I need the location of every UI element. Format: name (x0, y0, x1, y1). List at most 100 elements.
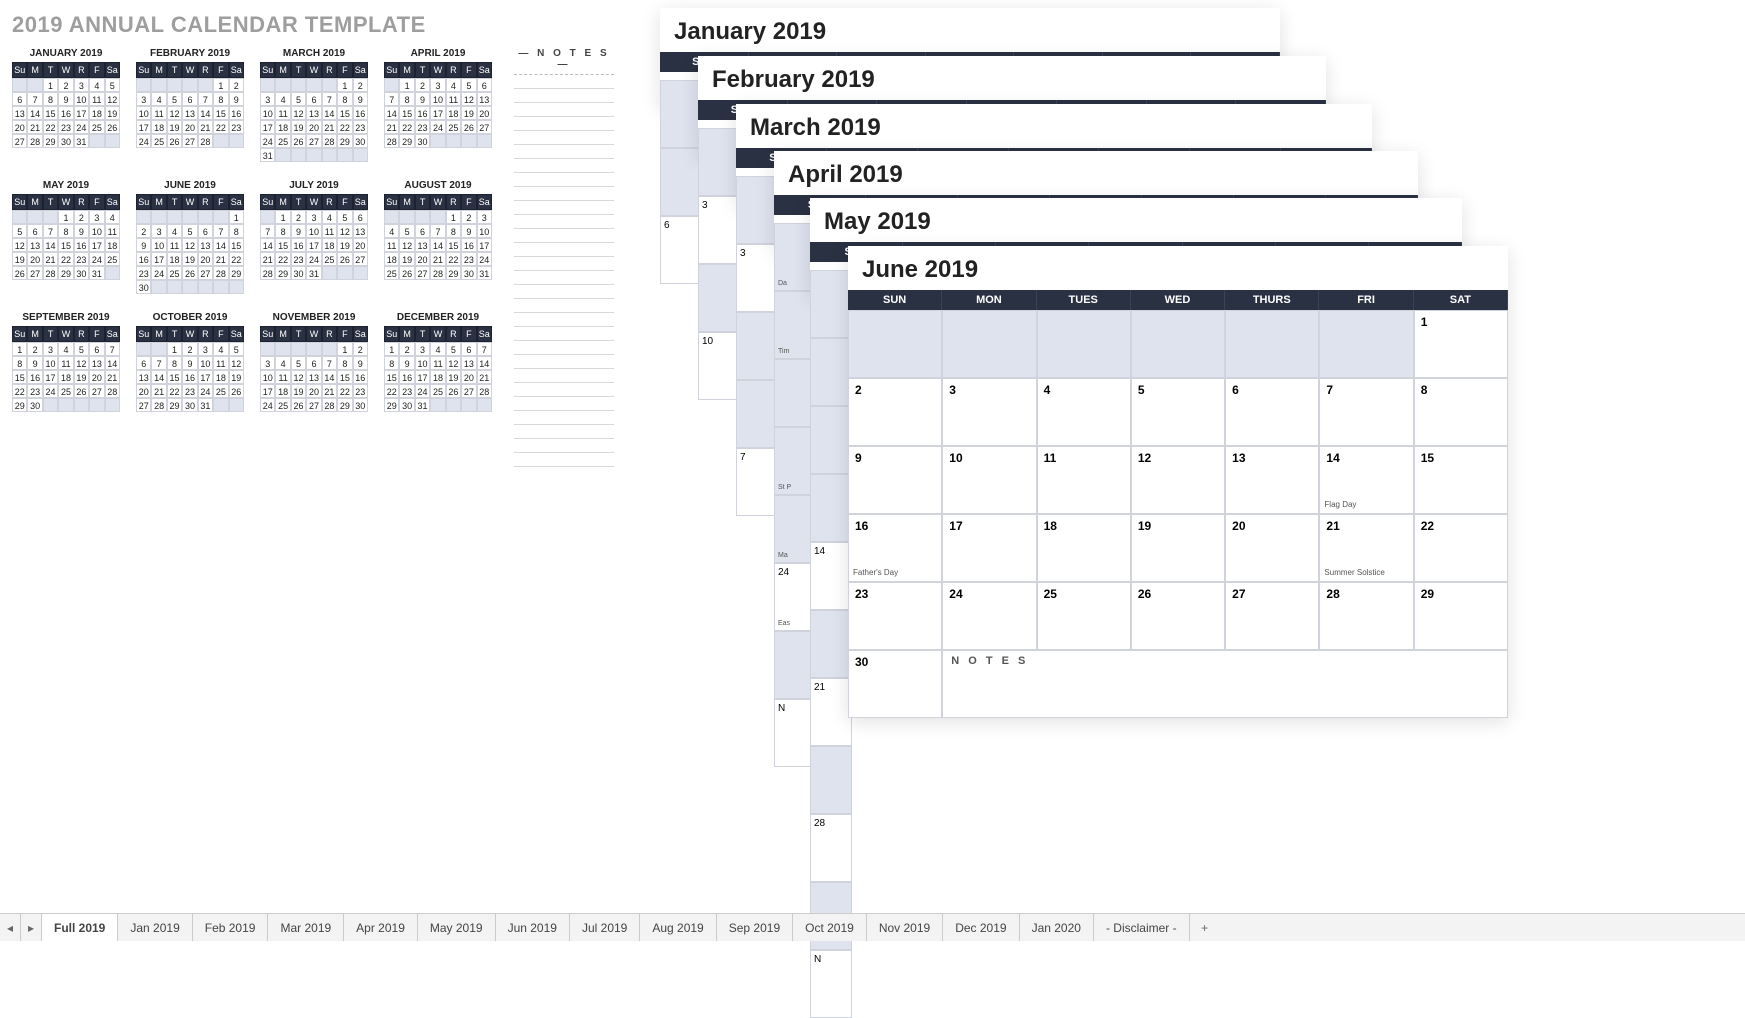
notes-line[interactable] (514, 103, 614, 117)
month-day-cell[interactable]: 3 (942, 378, 1036, 446)
month-day-cell[interactable]: 8 (1414, 378, 1508, 446)
month-day-cell[interactable]: 25 (1037, 582, 1131, 650)
month-day-cell[interactable]: 23 (848, 582, 942, 650)
sheet-tab[interactable]: Mar 2019 (268, 914, 344, 941)
add-sheet-button[interactable]: + (1190, 914, 1220, 941)
notes-line[interactable] (514, 117, 614, 131)
mini-day-cell: 8 (43, 92, 58, 106)
month-day-cell[interactable]: 27 (1225, 582, 1319, 650)
notes-line[interactable] (514, 187, 614, 201)
month-day-cell[interactable]: 13 (1225, 446, 1319, 514)
notes-line[interactable] (514, 201, 614, 215)
notes-line[interactable] (514, 271, 614, 285)
month-day-cell[interactable] (1319, 310, 1413, 378)
notes-line[interactable] (514, 131, 614, 145)
month-day-cell[interactable] (1131, 310, 1225, 378)
sheet-tab[interactable]: Nov 2019 (867, 914, 943, 941)
mini-day-cell: 20 (477, 106, 492, 120)
sheet-tab[interactable]: Jan 2019 (118, 914, 192, 941)
notes-line[interactable] (514, 257, 614, 271)
month-day-cell[interactable]: 14Flag Day (1319, 446, 1413, 514)
month-day-cell[interactable]: 2 (848, 378, 942, 446)
mini-dow: R (74, 194, 89, 210)
sheet-tab[interactable]: - Disclaimer - (1094, 914, 1190, 941)
mini-day-cell: 26 (229, 384, 244, 398)
month-day-cell[interactable] (1037, 310, 1131, 378)
month-day-cell[interactable]: 10 (942, 446, 1036, 514)
sheet-tab[interactable]: Jul 2019 (570, 914, 640, 941)
notes-line[interactable] (514, 411, 614, 425)
month-day-cell[interactable]: 7 (1319, 378, 1413, 446)
month-day-cell[interactable]: 15 (1414, 446, 1508, 514)
month-day-cell[interactable]: 9 (848, 446, 942, 514)
month-day-cell[interactable]: 17 (942, 514, 1036, 582)
notes-line[interactable] (514, 369, 614, 383)
month-notes-area[interactable]: N O T E S (942, 650, 1508, 718)
mini-dow: T (43, 326, 58, 342)
month-day-cell[interactable]: 20 (1225, 514, 1319, 582)
notes-line[interactable] (514, 243, 614, 257)
sheet-tab[interactable]: Apr 2019 (344, 914, 418, 941)
notes-line[interactable] (514, 383, 614, 397)
month-day-cell[interactable]: 11 (1037, 446, 1131, 514)
notes-line[interactable] (514, 75, 614, 89)
notes-line[interactable] (514, 313, 614, 327)
tab-prev-icon[interactable]: ◂ (0, 914, 21, 941)
month-day-cell[interactable]: 30 (848, 650, 942, 718)
mini-day-cell (430, 210, 445, 224)
month-day-cell[interactable]: 21Summer Solstice (1319, 514, 1413, 582)
sheet-tab[interactable]: Aug 2019 (640, 914, 716, 941)
mini-day-cell (151, 280, 166, 294)
mini-day-cell: 27 (461, 384, 476, 398)
notes-line[interactable] (514, 341, 614, 355)
notes-line[interactable] (514, 397, 614, 411)
notes-line[interactable] (514, 145, 614, 159)
notes-line[interactable] (514, 159, 614, 173)
tab-next-icon[interactable]: ▸ (21, 914, 42, 941)
mini-day-cell: 3 (89, 210, 104, 224)
mini-day-cell: 18 (384, 252, 399, 266)
notes-line[interactable] (514, 453, 614, 467)
notes-line[interactable] (514, 173, 614, 187)
month-day-cell[interactable]: 1 (1414, 310, 1508, 378)
notes-line[interactable] (514, 229, 614, 243)
sheet-tab[interactable]: Oct 2019 (793, 914, 867, 941)
notes-line[interactable] (514, 327, 614, 341)
month-day-cell[interactable]: 5 (1131, 378, 1225, 446)
notes-line[interactable] (514, 439, 614, 453)
mini-month-title: JANUARY 2019 (12, 48, 120, 59)
notes-line[interactable] (514, 299, 614, 313)
month-day-cell[interactable]: 29 (1414, 582, 1508, 650)
sheet-tab[interactable]: Feb 2019 (193, 914, 269, 941)
notes-line[interactable] (514, 89, 614, 103)
notes-line[interactable] (514, 355, 614, 369)
month-day-cell[interactable] (1225, 310, 1319, 378)
sheet-tab[interactable]: Sep 2019 (717, 914, 793, 941)
mini-day-cell: 4 (167, 224, 182, 238)
month-day-cell[interactable]: 22 (1414, 514, 1508, 582)
notes-line[interactable] (514, 425, 614, 439)
month-day-cell[interactable]: 26 (1131, 582, 1225, 650)
month-day-cell[interactable]: 12 (1131, 446, 1225, 514)
sheet-tab[interactable]: Jan 2020 (1020, 914, 1094, 941)
sheet-tab[interactable]: Dec 2019 (943, 914, 1019, 941)
sheet-tab[interactable]: Jun 2019 (496, 914, 570, 941)
month-day-cell[interactable] (848, 310, 942, 378)
mini-day-cell: 13 (477, 92, 492, 106)
sheet-tab[interactable]: Full 2019 (42, 914, 118, 941)
month-day-cell[interactable]: 24 (942, 582, 1036, 650)
mini-month: JANUARY 2019SuMTWRFSa1234567891011121314… (12, 48, 120, 162)
month-day-cell[interactable]: 28 (1319, 582, 1413, 650)
notes-line[interactable] (514, 285, 614, 299)
month-day-cell[interactable] (942, 310, 1036, 378)
sheet-tab[interactable]: May 2019 (418, 914, 496, 941)
month-day-cell[interactable]: 19 (1131, 514, 1225, 582)
notes-line[interactable] (514, 215, 614, 229)
mini-day-cell: 8 (229, 224, 244, 238)
month-day-cell[interactable]: 6 (1225, 378, 1319, 446)
month-day-cell[interactable]: 18 (1037, 514, 1131, 582)
mini-day-cell (306, 78, 321, 92)
mini-day-cell: 27 (306, 398, 321, 412)
month-day-cell[interactable]: 16Father's Day (848, 514, 942, 582)
month-day-cell[interactable]: 4 (1037, 378, 1131, 446)
